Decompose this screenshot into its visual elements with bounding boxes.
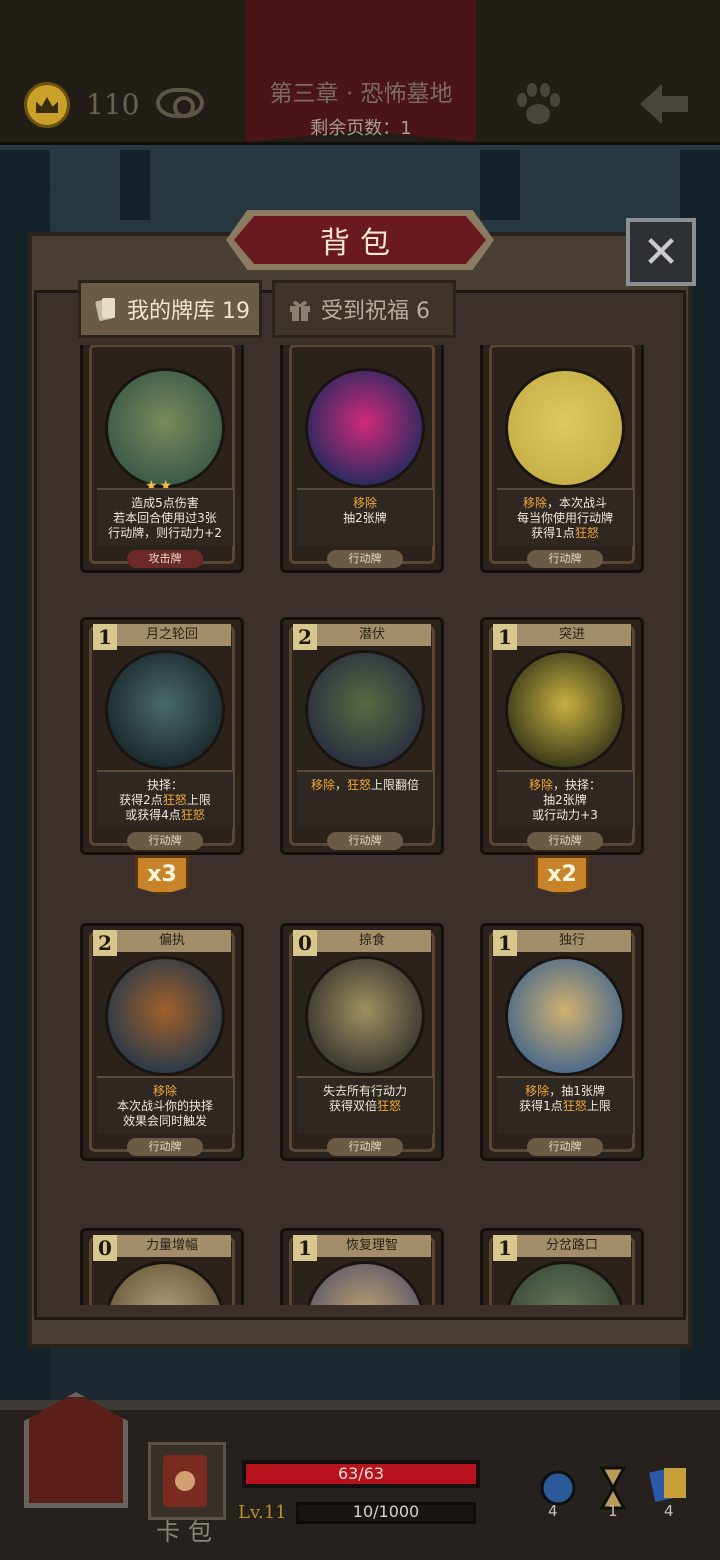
card-description: 抉择： 获得2点狂怒上限 或获得4点狂怒 [97, 770, 233, 828]
card-name: 月之轮回 [113, 624, 231, 646]
potion-icon[interactable] [528, 1456, 596, 1520]
card-art [305, 650, 425, 770]
card-stack-icon[interactable] [646, 1456, 714, 1520]
cards-icon [95, 298, 115, 321]
card[interactable]: 力量增幅 0 [80, 1228, 244, 1305]
card-description: 造成5点伤害 若本回合使用过3张 行动牌，则行动力+2 [97, 488, 233, 546]
bag-title: 背包 [234, 216, 486, 264]
tab-my-deck-label: 我的牌库 19 [127, 299, 250, 324]
tab-blessings[interactable]: 受到祝福 6 [272, 280, 456, 338]
card-grid: ★★ 造成5点伤害 若本回合使用过3张 行动牌，则行动力+2 攻击牌 移除 抽2张牌 行动牌移… [60, 345, 664, 1305]
hp-text: 63/63 [337, 1464, 385, 1483]
card-bag-icon [163, 1455, 207, 1507]
card-name: 掠食 [313, 930, 431, 952]
card[interactable]: 分岔路口 1 [480, 1228, 644, 1305]
card-art [105, 650, 225, 770]
card-description: 移除，抽1张牌 获得1点狂怒上限 [497, 1076, 633, 1134]
card-cost: 1 [493, 1235, 517, 1261]
card-type: 行动牌 [527, 1138, 603, 1156]
card[interactable]: 月之轮回 1 抉择： 获得2点狂怒上限 或获得4点狂怒行动牌 [80, 617, 244, 855]
card-cost: 1 [493, 624, 517, 650]
card-description: 移除 本次战斗你的抉择 效果会同时触发 [97, 1076, 233, 1134]
card[interactable]: 移除 抽2张牌行动牌 [280, 345, 444, 573]
card-art [505, 368, 625, 488]
card-name: 恢复理智 [313, 1235, 431, 1257]
card-art [505, 956, 625, 1076]
card[interactable]: 潜伏 2 移除，狂怒上限翻倍行动牌 [280, 617, 444, 855]
card-count-badge: x2 [535, 855, 589, 895]
chapter-title: 第三章 · 恐怖墓地 [269, 81, 453, 107]
back-arrow-icon[interactable] [638, 82, 690, 126]
card-description: 移除，抉择： 抽2张牌 或行动力+3 [497, 770, 633, 828]
pages-left: 剩余页数：1 [310, 118, 412, 139]
card-name: 潜伏 [313, 624, 431, 646]
card[interactable]: ★★ 造成5点伤害 若本回合使用过3张 行动牌，则行动力+2 攻击牌 [80, 345, 244, 573]
card-name: 分岔路口 [513, 1235, 631, 1257]
eye-icon[interactable] [156, 88, 204, 118]
close-button[interactable]: ✕ [626, 218, 696, 286]
card-description: 移除，本次战斗 每当你使用行动牌 获得1点狂怒 [497, 488, 633, 546]
card[interactable]: 偏执 2 移除 本次战斗你的抉择 效果会同时触发行动牌 [80, 923, 244, 1161]
card[interactable]: 突进 1 移除，抉择： 抽2张牌 或行动力+3 行动牌 [480, 617, 644, 855]
card-cost: 1 [493, 930, 517, 956]
card-cost: 0 [293, 930, 317, 956]
card-count-badge: x3 [135, 855, 189, 895]
card-name: 独行 [513, 930, 631, 952]
potion-count: 4 [548, 1502, 558, 1520]
level-label: Lv.11 [238, 1502, 287, 1523]
crown-coin-icon [24, 82, 70, 128]
hourglass-count: 1 [608, 1502, 618, 1520]
card-cost: 2 [293, 624, 317, 650]
coin-count: 110 [86, 88, 140, 121]
card-type: 行动牌 [327, 832, 403, 850]
card-type: 行动牌 [527, 832, 603, 850]
card-name: 突进 [513, 624, 631, 646]
card-bag-button[interactable] [148, 1442, 226, 1520]
card-art [105, 956, 225, 1076]
card-type: 行动牌 [327, 550, 403, 568]
card-type: 攻击牌 [127, 550, 203, 568]
card[interactable]: 恢复理智 1 [280, 1228, 444, 1305]
card-art [505, 650, 625, 770]
xp-text: 10/1000 [352, 1502, 420, 1521]
card-description: 失去所有行动力 获得双倍狂怒 [297, 1076, 433, 1134]
card-type: 行动牌 [527, 550, 603, 568]
card[interactable]: 独行 1 移除，抽1张牌 获得1点狂怒上限行动牌 [480, 923, 644, 1161]
card-art [305, 368, 425, 488]
card-art [105, 368, 225, 488]
card-cost: 0 [93, 1235, 117, 1261]
card[interactable]: 移除，本次战斗 每当你使用行动牌 获得1点狂怒行动牌 [480, 345, 644, 573]
card[interactable]: 掠食 0 失去所有行动力 获得双倍狂怒行动牌 [280, 923, 444, 1161]
card-name: 偏执 [113, 930, 231, 952]
card-description: 移除，狂怒上限翻倍 [297, 770, 433, 828]
card-bag-label: 卡包 [156, 1518, 220, 1546]
card-name: 力量增幅 [113, 1235, 231, 1257]
card-cost: 1 [93, 624, 117, 650]
gift-icon [290, 300, 310, 321]
card-cost: 1 [293, 1235, 317, 1261]
card-type: 行动牌 [127, 1138, 203, 1156]
card-stack-count: 4 [664, 1502, 674, 1520]
tab-my-deck[interactable]: 我的牌库 19 [78, 280, 262, 338]
card-description: 移除 抽2张牌 [297, 488, 433, 546]
tab-blessings-label: 受到祝福 6 [321, 299, 430, 324]
card-cost: 2 [93, 930, 117, 956]
card-art [305, 956, 425, 1076]
card-type: 行动牌 [127, 832, 203, 850]
card-type: 行动牌 [327, 1138, 403, 1156]
paw-print-icon[interactable] [512, 82, 564, 126]
